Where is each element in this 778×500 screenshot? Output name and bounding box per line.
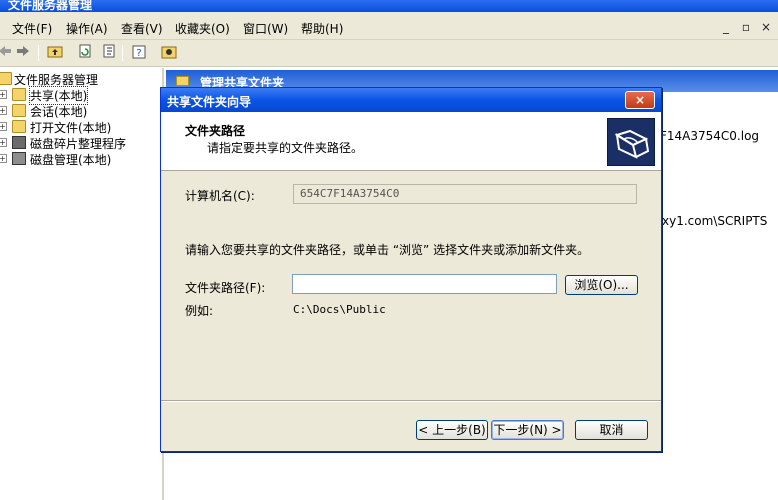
tree-item-open-files[interactable]: + 打开文件(本地) <box>0 119 160 135</box>
browse-button[interactable]: 浏览(O)... <box>565 275 638 295</box>
menubar: 文件(F) 操作(A) 查看(V) 收藏夹(O) 窗口(W) 帮助(H) _ ▫… <box>0 12 778 40</box>
forward-icon[interactable] <box>14 44 32 62</box>
folder-icon <box>0 72 12 85</box>
toolbar: ? <box>0 40 778 67</box>
wizard-header: 文件夹路径 请指定要共享的文件夹路径。 <box>161 112 661 171</box>
tree-item-label: 磁盘管理(本地) <box>30 153 112 167</box>
tree-item-label: 共享(本地) <box>28 86 89 105</box>
dialog-close-button[interactable]: × <box>625 91 655 109</box>
window-title: 文件服务器管理 <box>8 0 93 12</box>
dialog-titlebar: 共享文件夹向导 × <box>161 88 661 112</box>
menu-help[interactable]: 帮助(H) <box>301 20 343 37</box>
close-icon[interactable]: × <box>758 20 774 36</box>
console-tree: 文件服务器管理 + 共享(本地) + 会话(本地) + 打开文件(本地) + 磁… <box>0 68 164 500</box>
mdi-window-buttons: _ ▫ × <box>718 20 778 38</box>
tree-item-defrag[interactable]: + 磁盘碎片整理程序 <box>0 135 160 151</box>
computer-name-label: 计算机名(C): <box>185 189 255 203</box>
back-button[interactable]: < 上一步(B) <box>416 420 488 440</box>
expand-icon[interactable]: + <box>0 122 7 131</box>
computer-name-field: 654C7F14A3754C0 <box>293 184 637 204</box>
open-files-folder-icon <box>12 120 26 133</box>
tree-root-label: 文件服务器管理 <box>14 73 99 87</box>
cancel-button[interactable]: 取消 <box>575 420 648 440</box>
menu-action[interactable]: 操作(A) <box>66 20 108 37</box>
menu-file[interactable]: 文件(F) <box>12 20 52 37</box>
disk-icon <box>12 152 26 165</box>
tree-item-disk-management[interactable]: + 磁盘管理(本地) <box>0 151 160 167</box>
next-button[interactable]: 下一步(N) > <box>491 420 564 440</box>
sessions-folder-icon <box>12 104 26 117</box>
shared-folder-icon <box>12 88 26 101</box>
tree-item-sessions[interactable]: + 会话(本地) <box>0 103 160 119</box>
help-icon[interactable] <box>160 44 178 62</box>
log-file-text: F14A3754C0.log <box>660 129 760 143</box>
tree-item-label: 磁盘碎片整理程序 <box>30 137 127 151</box>
menu-view[interactable]: 查看(V) <box>121 20 163 37</box>
window-titlebar: 文件服务器管理 <box>0 0 778 12</box>
defrag-icon <box>12 136 26 149</box>
tree-item-shares[interactable]: + 共享(本地) <box>0 86 160 105</box>
tree-item-label: 打开文件(本地) <box>30 121 112 135</box>
refresh-icon[interactable] <box>76 44 94 62</box>
folder-icon <box>176 76 189 86</box>
shared-folder-wizard-icon <box>607 118 655 166</box>
toolbar-separator <box>122 45 123 61</box>
back-icon[interactable] <box>0 44 14 62</box>
share-folder-wizard-dialog: 共享文件夹向导 × 文件夹路径 请指定要共享的文件夹路径。 计算机名(C): 6… <box>160 87 662 452</box>
expand-icon[interactable]: + <box>0 90 7 99</box>
example-path-text: C:\Docs\Public <box>293 303 386 316</box>
expand-icon[interactable]: + <box>0 138 7 147</box>
wizard-step-title: 文件夹路径 <box>185 124 246 138</box>
up-folder-icon[interactable] <box>46 44 64 62</box>
expand-icon[interactable]: + <box>0 106 7 115</box>
expand-icon[interactable]: + <box>0 154 7 163</box>
folder-path-input[interactable] <box>292 274 557 294</box>
export-icon[interactable] <box>100 44 118 62</box>
restore-icon[interactable]: ▫ <box>738 20 754 36</box>
scripts-path-text: xy1.com\SCRIPTS <box>662 214 768 228</box>
wizard-step-subtitle: 请指定要共享的文件夹路径。 <box>207 141 364 155</box>
svg-text:?: ? <box>136 48 141 59</box>
folder-path-label: 文件夹路径(F): <box>185 281 266 295</box>
dialog-title: 共享文件夹向导 <box>167 95 252 109</box>
menu-favorites[interactable]: 收藏夹(O) <box>175 20 230 37</box>
instruction-text: 请输入您要共享的文件夹路径，或单击 “浏览” 选择文件夹或添加新文件夹。 <box>185 243 590 257</box>
tree-root[interactable]: 文件服务器管理 <box>0 71 160 87</box>
properties-icon[interactable]: ? <box>130 44 148 62</box>
dialog-separator <box>161 400 661 402</box>
menu-window[interactable]: 窗口(W) <box>243 20 288 37</box>
toolbar-separator <box>38 45 39 61</box>
minimize-icon[interactable]: _ <box>718 20 734 36</box>
example-label: 例如: <box>185 304 214 318</box>
tree-item-label: 会话(本地) <box>30 105 88 119</box>
